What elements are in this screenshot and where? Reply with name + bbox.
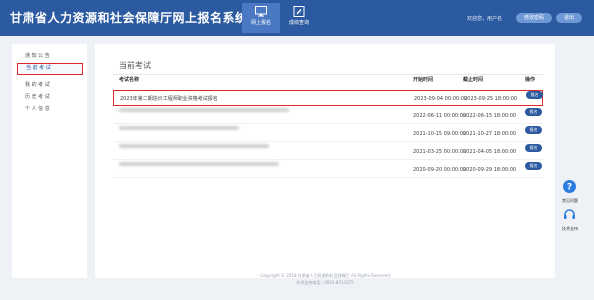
- start-time: 2023-09-04 00:00:00: [414, 96, 468, 102]
- top-header: 甘肃省人力资源和社会保障厅网上报名系统 网上报名 成绩查询 欢迎您，用户名 修改…: [0, 0, 594, 36]
- headset-icon: [563, 209, 575, 219]
- start-time: 2021-03-25 00:00:00: [413, 149, 467, 155]
- end-time: 2021-10-27 18:00:00: [463, 131, 517, 137]
- nav-online-registration[interactable]: 网上报名: [242, 3, 280, 33]
- register-button[interactable]: 报名: [525, 144, 542, 152]
- nav-label: 网上报名: [250, 20, 271, 26]
- end-time: 2021-04-05 18:00:00: [463, 149, 517, 155]
- user-greeting: 欢迎您，用户名: [466, 16, 502, 22]
- column-operation: 操作: [525, 77, 536, 83]
- redacted-exam-name: [119, 108, 289, 112]
- change-password-button[interactable]: 修改密码: [516, 13, 552, 23]
- redacted-exam-name: [119, 126, 239, 130]
- sidebar-item-my-exams[interactable]: 我 的 考 试: [17, 79, 83, 91]
- svg-text:?: ?: [566, 183, 571, 193]
- sidebar-item-notices[interactable]: 通 知 公 告: [17, 50, 83, 62]
- table-row: 2021-10-15 09:00:00 2021-10-27 18:00:00 …: [113, 126, 543, 142]
- sidebar-item-current-exams[interactable]: 当 前 考 试: [17, 63, 83, 75]
- redacted-exam-name: [119, 162, 279, 166]
- register-button[interactable]: 报名: [525, 108, 542, 116]
- table-header: 考试名称 开始时间 截止时间 操作: [113, 76, 543, 88]
- divider: [113, 74, 543, 75]
- table-row: 2020-09-20 00:00:00 2020-09-29 18:00:00 …: [113, 162, 543, 178]
- end-time: 2023-09-25 18:00:00: [464, 96, 518, 102]
- nav-score-query[interactable]: 成绩查询: [280, 3, 318, 33]
- sidebar-item-history-exams[interactable]: 历 史 考 试: [17, 91, 83, 103]
- app-title: 甘肃省人力资源和社会保障厅网上报名系统: [10, 11, 248, 25]
- start-time: 2020-09-20 00:00:00: [413, 167, 467, 173]
- logout-button[interactable]: 退出: [556, 13, 582, 23]
- question-icon: ?: [562, 180, 576, 193]
- support-phone: 技术支持电话：0931-8513375: [296, 280, 354, 285]
- faq-button[interactable]: ? 常见问题: [562, 178, 578, 204]
- register-button[interactable]: 报名: [525, 162, 542, 170]
- sidebar-item-personal-info[interactable]: 个 人 信 息: [17, 103, 83, 115]
- column-name: 考试名称: [119, 77, 140, 83]
- nav-label: 成绩查询: [288, 20, 309, 26]
- tech-support-label: 技术支持: [562, 226, 578, 231]
- redacted-exam-name: [119, 144, 269, 148]
- start-time: 2021-10-15 09:00:00: [413, 131, 467, 137]
- register-button[interactable]: 报名: [526, 91, 543, 99]
- sidebar: 通 知 公 告 当 前 考 试 我 的 考 试 历 史 考 试 个 人 信 息: [12, 44, 87, 278]
- start-time: 2022-06-11 00:00:00: [413, 113, 467, 119]
- exam-name: 2023年第二期造价工程师职业资格考试报名: [120, 96, 218, 102]
- edit-icon: [293, 6, 305, 17]
- end-time: 2020-09-29 18:00:00: [463, 167, 517, 173]
- faq-label: 常见问题: [562, 198, 578, 203]
- column-start: 开始时间: [413, 77, 434, 83]
- main-panel: 当前考试 考试名称 开始时间 截止时间 操作 2023年第二期造价工程师职业资格…: [95, 44, 555, 278]
- end-time: 2022-06-15 18:00:00: [463, 113, 517, 119]
- tech-support-button[interactable]: 技术支持: [562, 206, 578, 232]
- register-button[interactable]: 报名: [525, 126, 542, 134]
- section-title: 当前考试: [119, 61, 151, 70]
- table-row: 2023年第二期造价工程师职业资格考试报名 2023-09-04 00:00:0…: [113, 90, 543, 106]
- monitor-icon: [255, 6, 267, 17]
- copyright-text: Copyright © 2018 甘肃省人力资源和社会保障厅 All Right…: [260, 273, 390, 278]
- column-end: 截止时间: [463, 77, 484, 83]
- table-row: 2022-06-11 00:00:00 2022-06-15 18:00:00 …: [113, 108, 543, 124]
- footer: Copyright © 2018 甘肃省人力资源和社会保障厅 All Right…: [95, 272, 555, 286]
- table-row: 2021-03-25 00:00:00 2021-04-05 18:00:00 …: [113, 144, 543, 160]
